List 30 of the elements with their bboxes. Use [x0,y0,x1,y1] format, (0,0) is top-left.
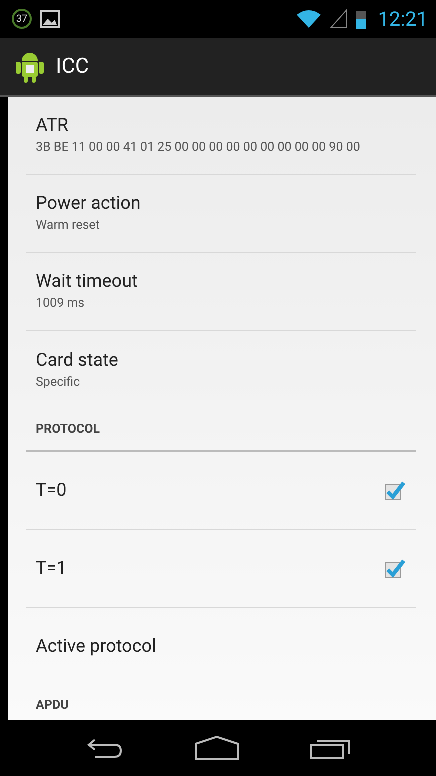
preference-title: T=1 [36,558,68,579]
preference-item[interactable]: ATR 3B BE 11 00 00 41 01 25 00 00 00 00 00 00 00 00 00 90 00 [26,97,416,175]
checkbox[interactable] [384,558,406,580]
preference-item[interactable]: Power action Warm reset [26,175,416,253]
app-title: ICC [56,54,90,78]
preference-summary: Specific [36,374,82,390]
home-icon[interactable] [194,735,240,761]
checkbox-item[interactable]: T=0 [26,452,416,530]
preference-item[interactable]: Wait timeout 1009 ms [26,253,416,331]
preference-summary: Warm reset [36,218,101,234]
checkbox[interactable] [384,480,406,502]
section-header: PROTOCOL [36,422,100,437]
notification-count: 37 [12,9,32,29]
preference-title: ATR [36,115,70,136]
preference-title: Card state [36,350,120,370]
preference-summary: 1009 ms [36,296,86,312]
preference-title: Active protocol [36,636,158,657]
preference-title: Wait timeout [36,271,139,292]
preference-title: Power action [36,193,142,214]
section-header: APDU [36,698,69,713]
checkbox-item[interactable]: T=1 [26,530,416,608]
clock-time: 12:21 [378,7,428,31]
preference-summary: 3B BE 11 00 00 41 01 25 00 00 00 00 00 00 00 00 00 90 00 [36,140,362,156]
wifi-icon [296,9,322,29]
preference-title: T=0 [36,480,68,501]
preference-item[interactable]: Card state Specific [26,331,416,409]
image-icon [40,10,60,28]
signal-icon [330,9,348,29]
battery-icon [356,9,366,29]
preference-item[interactable]: Active protocol [26,608,416,685]
